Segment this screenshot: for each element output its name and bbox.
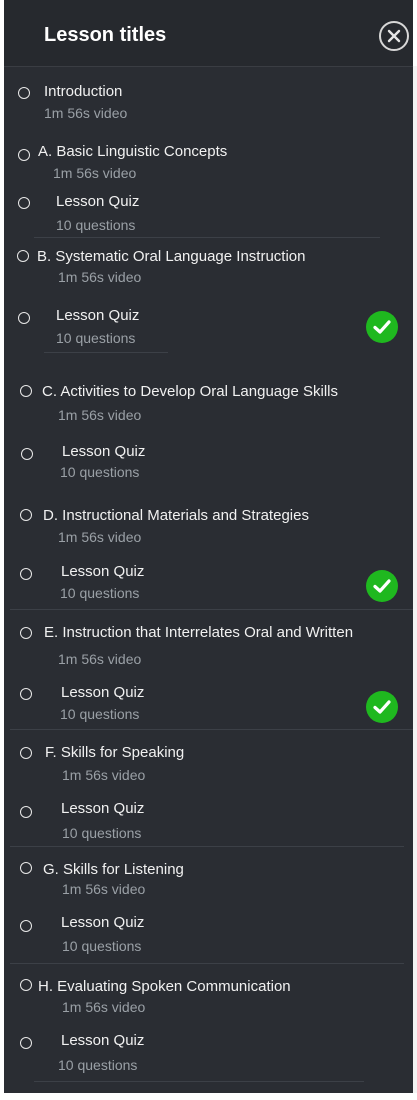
quiz-title: Lesson Quiz bbox=[56, 193, 140, 210]
quiz-subtitle: 10 questions bbox=[56, 217, 136, 233]
completed-check-icon bbox=[366, 691, 398, 723]
lesson-title: E. Instruction that Interrelates Oral an… bbox=[44, 624, 354, 641]
progress-radio-icon bbox=[20, 862, 32, 874]
divider bbox=[34, 1081, 364, 1082]
progress-radio-icon bbox=[20, 385, 32, 397]
lesson-item-introduction[interactable]: Introduction 1m 56s video bbox=[4, 66, 413, 128]
quiz-subtitle: 10 questions bbox=[58, 1057, 138, 1073]
progress-radio-icon bbox=[20, 806, 32, 818]
lesson-title: D. Instructional Materials and Strategie… bbox=[43, 507, 309, 524]
lesson-title: G. Skills for Listening bbox=[43, 861, 184, 878]
quiz-title: Lesson Quiz bbox=[61, 914, 145, 931]
progress-radio-icon bbox=[18, 149, 30, 161]
progress-radio-icon bbox=[20, 747, 32, 759]
lesson-title: B. Systematic Oral Language Instruction bbox=[37, 248, 306, 265]
lesson-title: F. Skills for Speaking bbox=[45, 744, 185, 761]
lesson-quiz-a[interactable]: Lesson Quiz 10 questions bbox=[4, 180, 413, 236]
quiz-title: Lesson Quiz bbox=[62, 443, 146, 460]
quiz-subtitle: 10 questions bbox=[62, 825, 142, 841]
lesson-item-a[interactable]: A. Basic Linguistic Concepts 1m 56s vide… bbox=[4, 128, 413, 181]
lesson-panel: Lesson titles Introduction 1m 56s video … bbox=[4, 0, 417, 1093]
progress-radio-icon bbox=[18, 197, 30, 209]
progress-radio-icon bbox=[20, 1037, 32, 1049]
panel-header: Lesson titles bbox=[4, 0, 413, 67]
lesson-item-h[interactable]: H. Evaluating Spoken Communication 1m 56… bbox=[4, 966, 413, 1022]
lesson-item-b[interactable]: B. Systematic Oral Language Instruction … bbox=[4, 238, 413, 294]
lesson-item-c[interactable]: C. Activities to Develop Oral Language S… bbox=[4, 372, 413, 428]
lesson-quiz-b[interactable]: Lesson Quiz 10 questions bbox=[4, 294, 413, 358]
lesson-quiz-e[interactable]: Lesson Quiz 10 questions bbox=[4, 674, 413, 730]
lesson-subtitle: 1m 56s video bbox=[58, 407, 142, 423]
lesson-quiz-f[interactable]: Lesson Quiz 10 questions bbox=[4, 790, 413, 846]
lesson-subtitle: 1m 56s video bbox=[62, 999, 146, 1015]
lesson-subtitle: 1m 56s video bbox=[44, 105, 128, 121]
progress-radio-icon bbox=[20, 509, 32, 521]
lesson-item-d[interactable]: D. Instructional Materials and Strategie… bbox=[4, 496, 413, 556]
lesson-subtitle: 1m 56s video bbox=[53, 165, 137, 181]
divider bbox=[10, 846, 404, 847]
lesson-subtitle: 1m 56s video bbox=[62, 881, 146, 897]
completed-check-icon bbox=[366, 570, 398, 602]
lesson-quiz-g[interactable]: Lesson Quiz 10 questions bbox=[4, 906, 413, 962]
quiz-subtitle: 10 questions bbox=[62, 938, 142, 954]
progress-radio-icon bbox=[18, 312, 30, 324]
lesson-quiz-c[interactable]: Lesson Quiz 10 questions bbox=[4, 432, 413, 496]
lesson-title: H. Evaluating Spoken Communication bbox=[38, 978, 291, 995]
lesson-quiz-d[interactable]: Lesson Quiz 10 questions bbox=[4, 556, 413, 610]
quiz-title: Lesson Quiz bbox=[56, 307, 140, 324]
lesson-item-g[interactable]: G. Skills for Listening 1m 56s video bbox=[4, 848, 413, 906]
progress-radio-icon bbox=[21, 448, 33, 460]
close-icon bbox=[387, 29, 401, 43]
progress-radio-icon bbox=[20, 979, 32, 991]
quiz-title: Lesson Quiz bbox=[61, 684, 145, 701]
progress-radio-icon bbox=[20, 627, 32, 639]
divider bbox=[10, 963, 404, 964]
lesson-title: C. Activities to Develop Oral Language S… bbox=[42, 383, 338, 400]
progress-radio-icon bbox=[18, 87, 30, 99]
lesson-item-f[interactable]: F. Skills for Speaking 1m 56s video bbox=[4, 730, 413, 788]
lesson-subtitle: 1m 56s video bbox=[58, 529, 142, 545]
lesson-subtitle: 1m 56s video bbox=[58, 269, 142, 285]
divider bbox=[44, 352, 168, 353]
quiz-subtitle: 10 questions bbox=[60, 706, 140, 722]
lesson-item-e[interactable]: E. Instruction that Interrelates Oral an… bbox=[4, 610, 413, 674]
quiz-subtitle: 10 questions bbox=[60, 585, 140, 601]
lesson-subtitle: 1m 56s video bbox=[58, 651, 142, 667]
lesson-subtitle: 1m 56s video bbox=[62, 767, 146, 783]
quiz-subtitle: 10 questions bbox=[56, 330, 136, 346]
progress-radio-icon bbox=[20, 568, 32, 580]
progress-radio-icon bbox=[20, 688, 32, 700]
lesson-quiz-h[interactable]: Lesson Quiz 10 questions bbox=[4, 1024, 413, 1082]
lesson-title: Introduction bbox=[44, 83, 123, 100]
completed-check-icon bbox=[366, 311, 398, 343]
scrollbar-track[interactable] bbox=[413, 66, 417, 1093]
quiz-title: Lesson Quiz bbox=[61, 1032, 145, 1049]
close-button[interactable] bbox=[379, 21, 409, 51]
quiz-title: Lesson Quiz bbox=[61, 800, 145, 817]
progress-radio-icon bbox=[20, 920, 32, 932]
quiz-subtitle: 10 questions bbox=[60, 464, 140, 480]
lesson-title: A. Basic Linguistic Concepts bbox=[38, 143, 228, 160]
panel-title: Lesson titles bbox=[44, 24, 167, 46]
progress-radio-icon bbox=[17, 250, 29, 262]
quiz-title: Lesson Quiz bbox=[61, 563, 145, 580]
